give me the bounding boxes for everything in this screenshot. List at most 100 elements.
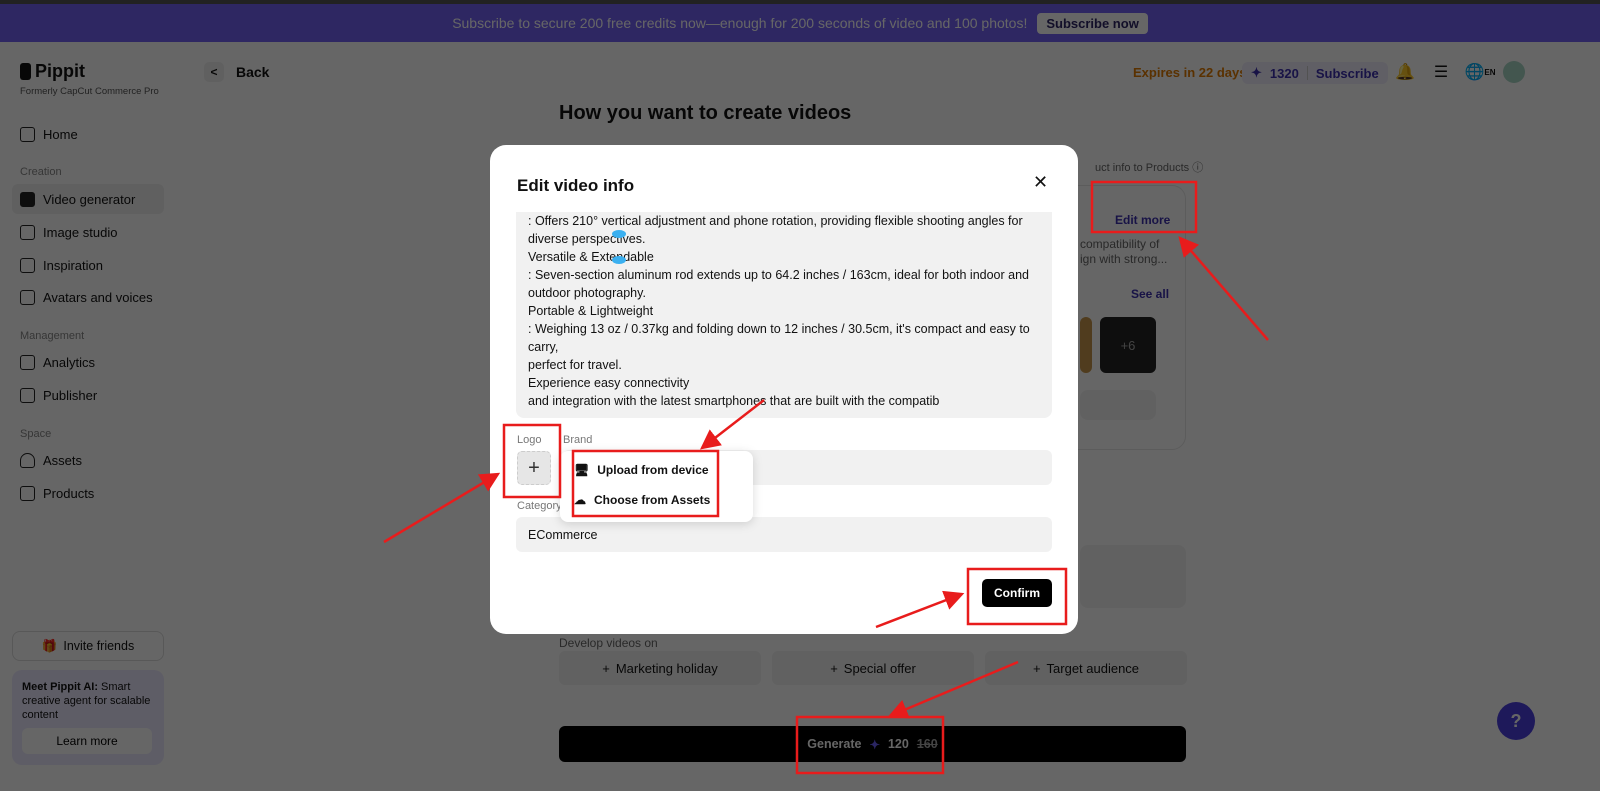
text-line: Versatile & Extendable bbox=[528, 250, 654, 264]
avatar[interactable] bbox=[1503, 61, 1525, 83]
option-label: Marketing holiday bbox=[615, 660, 718, 676]
language-code: EN bbox=[1484, 67, 1496, 77]
text-line: : Seven-section aluminum rod extends up … bbox=[528, 268, 1029, 282]
subscribe-link[interactable]: Subscribe bbox=[1316, 66, 1379, 81]
sidebar-item-products[interactable]: Products bbox=[12, 478, 164, 508]
home-icon bbox=[20, 126, 35, 142]
close-icon[interactable]: ✕ bbox=[1033, 172, 1048, 193]
sidebar-item-video-generator[interactable]: Video generator bbox=[12, 184, 164, 214]
bag-icon bbox=[20, 485, 35, 501]
sidebar-item-avatars[interactable]: Avatars and voices bbox=[12, 282, 164, 312]
inspiration-icon bbox=[20, 257, 35, 273]
brand-name: Pippit bbox=[35, 61, 85, 81]
choose-from-assets-item[interactable]: ☁ Choose from Assets bbox=[574, 493, 710, 507]
section-management: Management bbox=[20, 330, 85, 342]
back-button[interactable]: < Back bbox=[204, 62, 269, 82]
product-thumbnail[interactable] bbox=[1080, 317, 1092, 373]
upload-from-device-item[interactable]: 🖥 Upload from device bbox=[574, 463, 709, 477]
text-line: Experience easy connectivity bbox=[528, 376, 690, 390]
product-description: compatibility of ign with strong... bbox=[1080, 237, 1167, 267]
sidebar-item-home[interactable]: Home bbox=[12, 119, 164, 149]
description-textarea[interactable]: : Offers 210° vertical adjustment and ph… bbox=[516, 212, 1052, 418]
analytics-icon bbox=[20, 354, 35, 370]
promo-title: Meet Pippit AI: bbox=[22, 681, 98, 693]
video-generator-icon bbox=[20, 191, 35, 207]
avatar-icon bbox=[20, 289, 35, 305]
sidebar-item-label: Products bbox=[43, 485, 95, 501]
plus-icon: + bbox=[602, 660, 610, 676]
text-line: Portable & Lightweight bbox=[528, 304, 654, 318]
invite-friends-button[interactable]: 🎁 Invite friends bbox=[12, 631, 164, 661]
sidebar-item-inspiration[interactable]: Inspiration bbox=[12, 250, 164, 280]
desc-line: compatibility of bbox=[1080, 237, 1160, 251]
section-space: Space bbox=[20, 428, 52, 440]
sidebar-item-label: Image studio bbox=[43, 224, 118, 240]
sidebar-item-publisher[interactable]: Publisher bbox=[12, 380, 164, 410]
layers-icon[interactable]: ☰ bbox=[1431, 62, 1451, 82]
sidebar-item-label: Inspiration bbox=[43, 257, 103, 273]
credits-pill[interactable]: ✦ 1320 Subscribe bbox=[1242, 62, 1388, 84]
monitor-icon: 🖥 bbox=[574, 463, 590, 477]
invite-label: Invite friends bbox=[63, 639, 135, 653]
sidebar-item-label: Video generator bbox=[43, 191, 136, 207]
plus-icon: + bbox=[830, 660, 838, 676]
subscribe-now-button[interactable]: Subscribe now bbox=[1037, 12, 1148, 34]
section-creation: Creation bbox=[20, 166, 62, 178]
brand-label: Brand bbox=[563, 434, 593, 446]
language-globe-icon[interactable]: 🌐 EN bbox=[1464, 62, 1496, 82]
pippit-logo[interactable]: Pippit bbox=[20, 61, 85, 82]
bell-icon[interactable]: 🔔 bbox=[1395, 62, 1415, 82]
text-line: : Weighing 13 oz / 0.37kg and folding do… bbox=[528, 322, 1030, 354]
brand-subtitle: Formerly CapCut Commerce Pro bbox=[20, 86, 159, 97]
develop-label: Develop videos on bbox=[559, 636, 658, 650]
generate-old-cost: 160 bbox=[916, 737, 938, 751]
menu-item-label: Choose from Assets bbox=[594, 493, 711, 507]
card-footer bbox=[1080, 390, 1156, 420]
sidebar-item-image-studio[interactable]: Image studio bbox=[12, 217, 164, 247]
sidebar-item-label: Avatars and voices bbox=[43, 289, 153, 305]
promo-card: Meet Pippit AI: Smart creative agent for… bbox=[12, 670, 164, 765]
learn-more-button[interactable]: Learn more bbox=[22, 728, 152, 754]
more-thumbnails[interactable]: +6 bbox=[1100, 317, 1156, 373]
page-title: How you want to create videos bbox=[559, 102, 852, 124]
text-line: diverse perspectives. bbox=[528, 232, 646, 246]
see-all-link[interactable]: See all bbox=[1131, 287, 1169, 301]
sidebar-item-label: Publisher bbox=[43, 387, 98, 403]
confirm-button[interactable]: Confirm bbox=[982, 579, 1052, 607]
sparkle-icon: ✦ bbox=[869, 737, 880, 752]
desc-line: ign with strong... bbox=[1080, 252, 1168, 266]
credits-count: 1320 bbox=[1269, 65, 1299, 81]
cloud-icon bbox=[20, 452, 35, 468]
subscribe-banner: Subscribe to secure 200 free credits now… bbox=[0, 4, 1600, 42]
help-button[interactable]: ? bbox=[1497, 702, 1535, 740]
product-info-text: uct info to Products bbox=[1095, 162, 1190, 174]
banner-text: Subscribe to secure 200 free credits now… bbox=[452, 15, 1028, 31]
sidebar-item-label: Assets bbox=[43, 452, 83, 468]
plus-icon: + bbox=[1032, 660, 1041, 676]
add-logo-button[interactable]: + bbox=[517, 451, 551, 485]
pippit-logo-icon bbox=[20, 63, 31, 80]
generate-label: Generate bbox=[807, 737, 862, 751]
special-offer-button[interactable]: + Special offer bbox=[772, 651, 974, 685]
generate-button[interactable]: Generate ✦ 120 160 bbox=[559, 726, 1186, 762]
option-label: Special offer bbox=[843, 660, 916, 676]
text-line: outdoor photography. bbox=[528, 286, 646, 300]
product-info-note: uct info to Products ⓘ bbox=[1095, 159, 1203, 175]
menu-item-label: Upload from device bbox=[597, 463, 709, 477]
calendar-icon bbox=[20, 387, 35, 403]
generate-cost: 120 bbox=[887, 737, 909, 751]
edit-more-link[interactable]: Edit more bbox=[1115, 213, 1170, 227]
text-line: perfect for travel. bbox=[528, 358, 622, 372]
sidebar-item-analytics[interactable]: Analytics bbox=[12, 347, 164, 377]
logo-label: Logo bbox=[517, 434, 542, 446]
option-box bbox=[1080, 545, 1186, 608]
marketing-holiday-button[interactable]: + Marketing holiday bbox=[559, 651, 761, 685]
category-value: ECommerce bbox=[528, 527, 598, 542]
gift-icon: 🎁 bbox=[41, 638, 58, 653]
sparkle-icon: ✦ bbox=[1251, 65, 1262, 80]
sidebar-item-assets[interactable]: Assets bbox=[12, 445, 164, 475]
category-input[interactable]: ECommerce bbox=[516, 517, 1052, 552]
target-audience-button[interactable]: + Target audience bbox=[985, 651, 1187, 685]
text-line: and integration with the latest smartpho… bbox=[528, 394, 940, 408]
cloud-icon: ☁ bbox=[574, 493, 586, 507]
